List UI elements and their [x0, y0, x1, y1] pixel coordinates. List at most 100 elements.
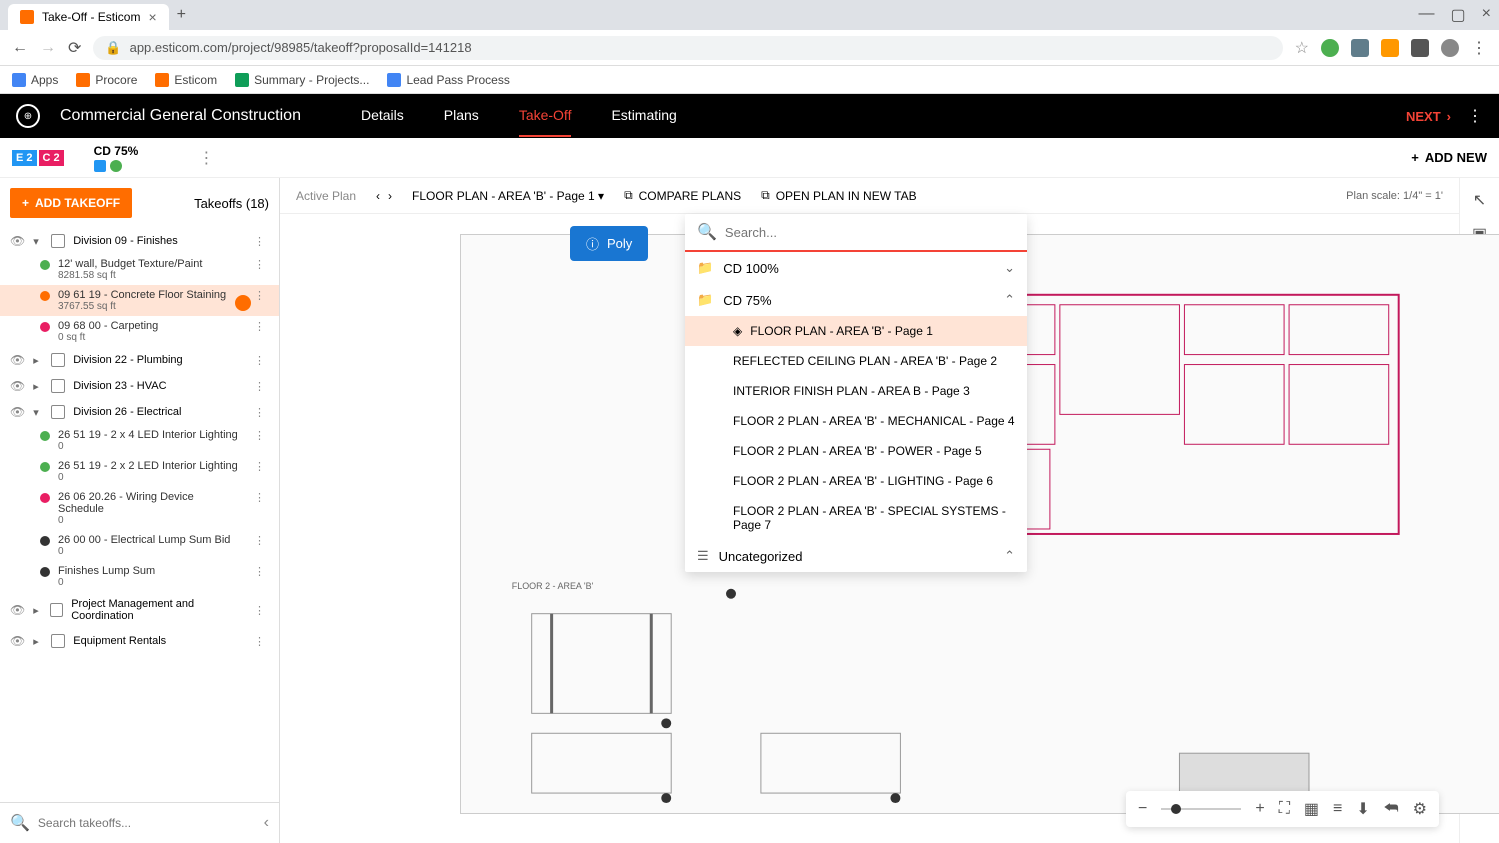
maximize-icon[interactable]: ▢	[1451, 5, 1466, 25]
group-menu-icon[interactable]: ⋮	[250, 406, 269, 419]
tab-takeoff[interactable]: Take-Off	[519, 95, 572, 137]
takeoff-item[interactable]: 09 68 00 - Carpeting0 sq ft⋮	[0, 316, 279, 347]
takeoff-item[interactable]: 26 00 00 - Electrical Lump Sum Bid0⋮	[0, 530, 279, 561]
app-logo[interactable]: ⊕	[16, 104, 40, 128]
expand-icon[interactable]: ▸	[33, 604, 42, 617]
share-icon[interactable]: ⮪	[1384, 800, 1399, 818]
expand-icon[interactable]: ▸	[33, 380, 43, 393]
tab-plans[interactable]: Plans	[444, 95, 479, 137]
visibility-icon[interactable]: 👁	[10, 603, 25, 617]
takeoff-group[interactable]: 👁▾Division 09 - Finishes⋮	[0, 228, 279, 254]
plan-menu-icon[interactable]: ⋮	[198, 148, 214, 168]
takeoff-item[interactable]: 26 06 20.26 - Wiring Device Schedule0⋮	[0, 487, 279, 530]
takeoff-group[interactable]: 👁▾Division 26 - Electrical⋮	[0, 399, 279, 425]
dropdown-plan-item[interactable]: ◈FLOOR PLAN - AREA 'B' - Page 1	[685, 316, 1027, 346]
version-chips[interactable]: E 2 C 2	[12, 150, 64, 166]
takeoff-group[interactable]: 👁▸Division 23 - HVAC⋮	[0, 373, 279, 399]
group-checkbox[interactable]	[51, 634, 65, 648]
dropdown-folder[interactable]: ☰Uncategorized⌃	[685, 540, 1027, 572]
extension-icon[interactable]	[1321, 39, 1339, 57]
expand-icon[interactable]: ▸	[33, 635, 43, 648]
item-menu-icon[interactable]: ⋮	[250, 460, 269, 473]
visibility-icon[interactable]: 👁	[10, 353, 25, 367]
reload-icon[interactable]: ⟳	[68, 38, 81, 58]
collapse-sidebar-icon[interactable]: ‹	[264, 814, 269, 832]
dropdown-plan-item[interactable]: FLOOR 2 PLAN - AREA 'B' - POWER - Page 5	[685, 436, 1027, 466]
visibility-icon[interactable]: 👁	[10, 405, 25, 419]
visibility-icon[interactable]: 👁	[10, 234, 25, 248]
minimize-icon[interactable]: —	[1419, 5, 1435, 25]
item-menu-icon[interactable]: ⋮	[250, 320, 269, 333]
open-plan-new-tab-button[interactable]: ⧉ OPEN PLAN IN NEW TAB	[761, 188, 917, 203]
group-menu-icon[interactable]: ⋮	[250, 354, 269, 367]
zoom-out-icon[interactable]: −	[1138, 800, 1147, 818]
extension-icon[interactable]	[1351, 39, 1369, 57]
address-bar[interactable]: 🔒 app.esticom.com/project/98985/takeoff?…	[93, 36, 1282, 60]
takeoff-group[interactable]: 👁▸Equipment Rentals⋮	[0, 628, 279, 654]
takeoff-item[interactable]: 12' wall, Budget Texture/Paint8281.58 sq…	[0, 254, 279, 285]
settings-icon[interactable]: ⚙	[1413, 799, 1427, 819]
takeoff-item[interactable]: 26 51 19 - 2 x 2 LED Interior Lighting0⋮	[0, 456, 279, 487]
next-button[interactable]: NEXT ›	[1406, 109, 1451, 124]
compare-plans-button[interactable]: ⧉ COMPARE PLANS	[624, 188, 741, 203]
fit-screen-icon[interactable]: ⛶	[1279, 800, 1290, 818]
expand-icon[interactable]: ▾	[33, 235, 43, 248]
group-menu-icon[interactable]: ⋮	[250, 635, 269, 648]
dropdown-plan-item[interactable]: FLOOR 2 PLAN - AREA 'B' - MECHANICAL - P…	[685, 406, 1027, 436]
dropdown-search-input[interactable]	[725, 225, 1015, 240]
expand-icon[interactable]: ▸	[33, 354, 43, 367]
download-icon[interactable]: ⬇	[1356, 799, 1369, 819]
next-plan-icon[interactable]: ›	[388, 189, 392, 203]
add-new-button[interactable]: + ADD NEW	[1411, 150, 1487, 165]
item-menu-icon[interactable]: ⋮	[250, 289, 269, 302]
dropdown-plan-item[interactable]: FLOOR 2 PLAN - AREA 'B' - SPECIAL SYSTEM…	[685, 496, 1027, 540]
close-tab-icon[interactable]: ×	[148, 9, 156, 25]
dropdown-plan-item[interactable]: REFLECTED CEILING PLAN - AREA 'B' - Page…	[685, 346, 1027, 376]
visibility-icon[interactable]: 👁	[10, 634, 25, 648]
prev-plan-icon[interactable]: ‹	[376, 189, 380, 203]
group-checkbox[interactable]	[51, 353, 65, 367]
header-menu-icon[interactable]: ⋮	[1467, 106, 1483, 126]
grid-icon[interactable]: ▦	[1304, 799, 1319, 819]
tab-estimating[interactable]: Estimating	[611, 95, 676, 137]
plan-selector-dropdown[interactable]: FLOOR PLAN - AREA 'B' - Page 1 ▾	[412, 189, 604, 203]
item-menu-icon[interactable]: ⋮	[250, 534, 269, 547]
item-menu-icon[interactable]: ⋮	[250, 491, 269, 504]
group-checkbox[interactable]	[51, 234, 65, 248]
takeoff-group[interactable]: 👁▸Project Management and Coordination⋮	[0, 592, 279, 628]
expand-icon[interactable]: ▾	[33, 406, 43, 419]
group-checkbox[interactable]	[51, 405, 65, 419]
plan-version-selector[interactable]: CD 75%	[94, 144, 139, 172]
add-takeoff-button[interactable]: + ADD TAKEOFF	[10, 188, 132, 218]
dropdown-plan-item[interactable]: INTERIOR FINISH PLAN - AREA B - Page 3	[685, 376, 1027, 406]
expand-icon[interactable]: ⌃	[1004, 548, 1015, 564]
dropdown-folder[interactable]: 📁CD 100%⌄	[685, 252, 1027, 284]
extension-icon[interactable]	[1411, 39, 1429, 57]
back-icon[interactable]: ←	[12, 39, 28, 57]
bookmark-procore[interactable]: Procore	[76, 73, 137, 87]
bookmark-apps[interactable]: Apps	[12, 73, 58, 87]
dropdown-folder[interactable]: 📁CD 75%⌃	[685, 284, 1027, 316]
search-takeoffs-input[interactable]	[38, 816, 256, 830]
item-menu-icon[interactable]: ⋮	[250, 258, 269, 271]
zoom-slider[interactable]	[1161, 808, 1241, 810]
chrome-menu-icon[interactable]: ⋮	[1471, 38, 1487, 58]
close-window-icon[interactable]: ×	[1482, 5, 1491, 25]
cursor-tool-icon[interactable]: ↖	[1470, 190, 1490, 210]
extension-icon[interactable]	[1381, 39, 1399, 57]
zoom-in-icon[interactable]: +	[1255, 800, 1264, 818]
group-menu-icon[interactable]: ⋮	[250, 604, 269, 617]
bookmark-esticom[interactable]: Esticom	[155, 73, 217, 87]
takeoff-group[interactable]: 👁▸Division 22 - Plumbing⋮	[0, 347, 279, 373]
item-menu-icon[interactable]: ⋮	[250, 565, 269, 578]
bookmark-summary[interactable]: Summary - Projects...	[235, 73, 369, 87]
dropdown-plan-item[interactable]: FLOOR 2 PLAN - AREA 'B' - LIGHTING - Pag…	[685, 466, 1027, 496]
new-tab-button[interactable]: +	[177, 6, 186, 24]
tab-details[interactable]: Details	[361, 95, 404, 137]
takeoff-item[interactable]: 26 51 19 - 2 x 4 LED Interior Lighting0⋮	[0, 425, 279, 456]
group-checkbox[interactable]	[51, 379, 65, 393]
group-menu-icon[interactable]: ⋮	[250, 235, 269, 248]
group-checkbox[interactable]	[50, 603, 63, 617]
bookmark-star-icon[interactable]: ☆	[1295, 38, 1309, 58]
group-menu-icon[interactable]: ⋮	[250, 380, 269, 393]
